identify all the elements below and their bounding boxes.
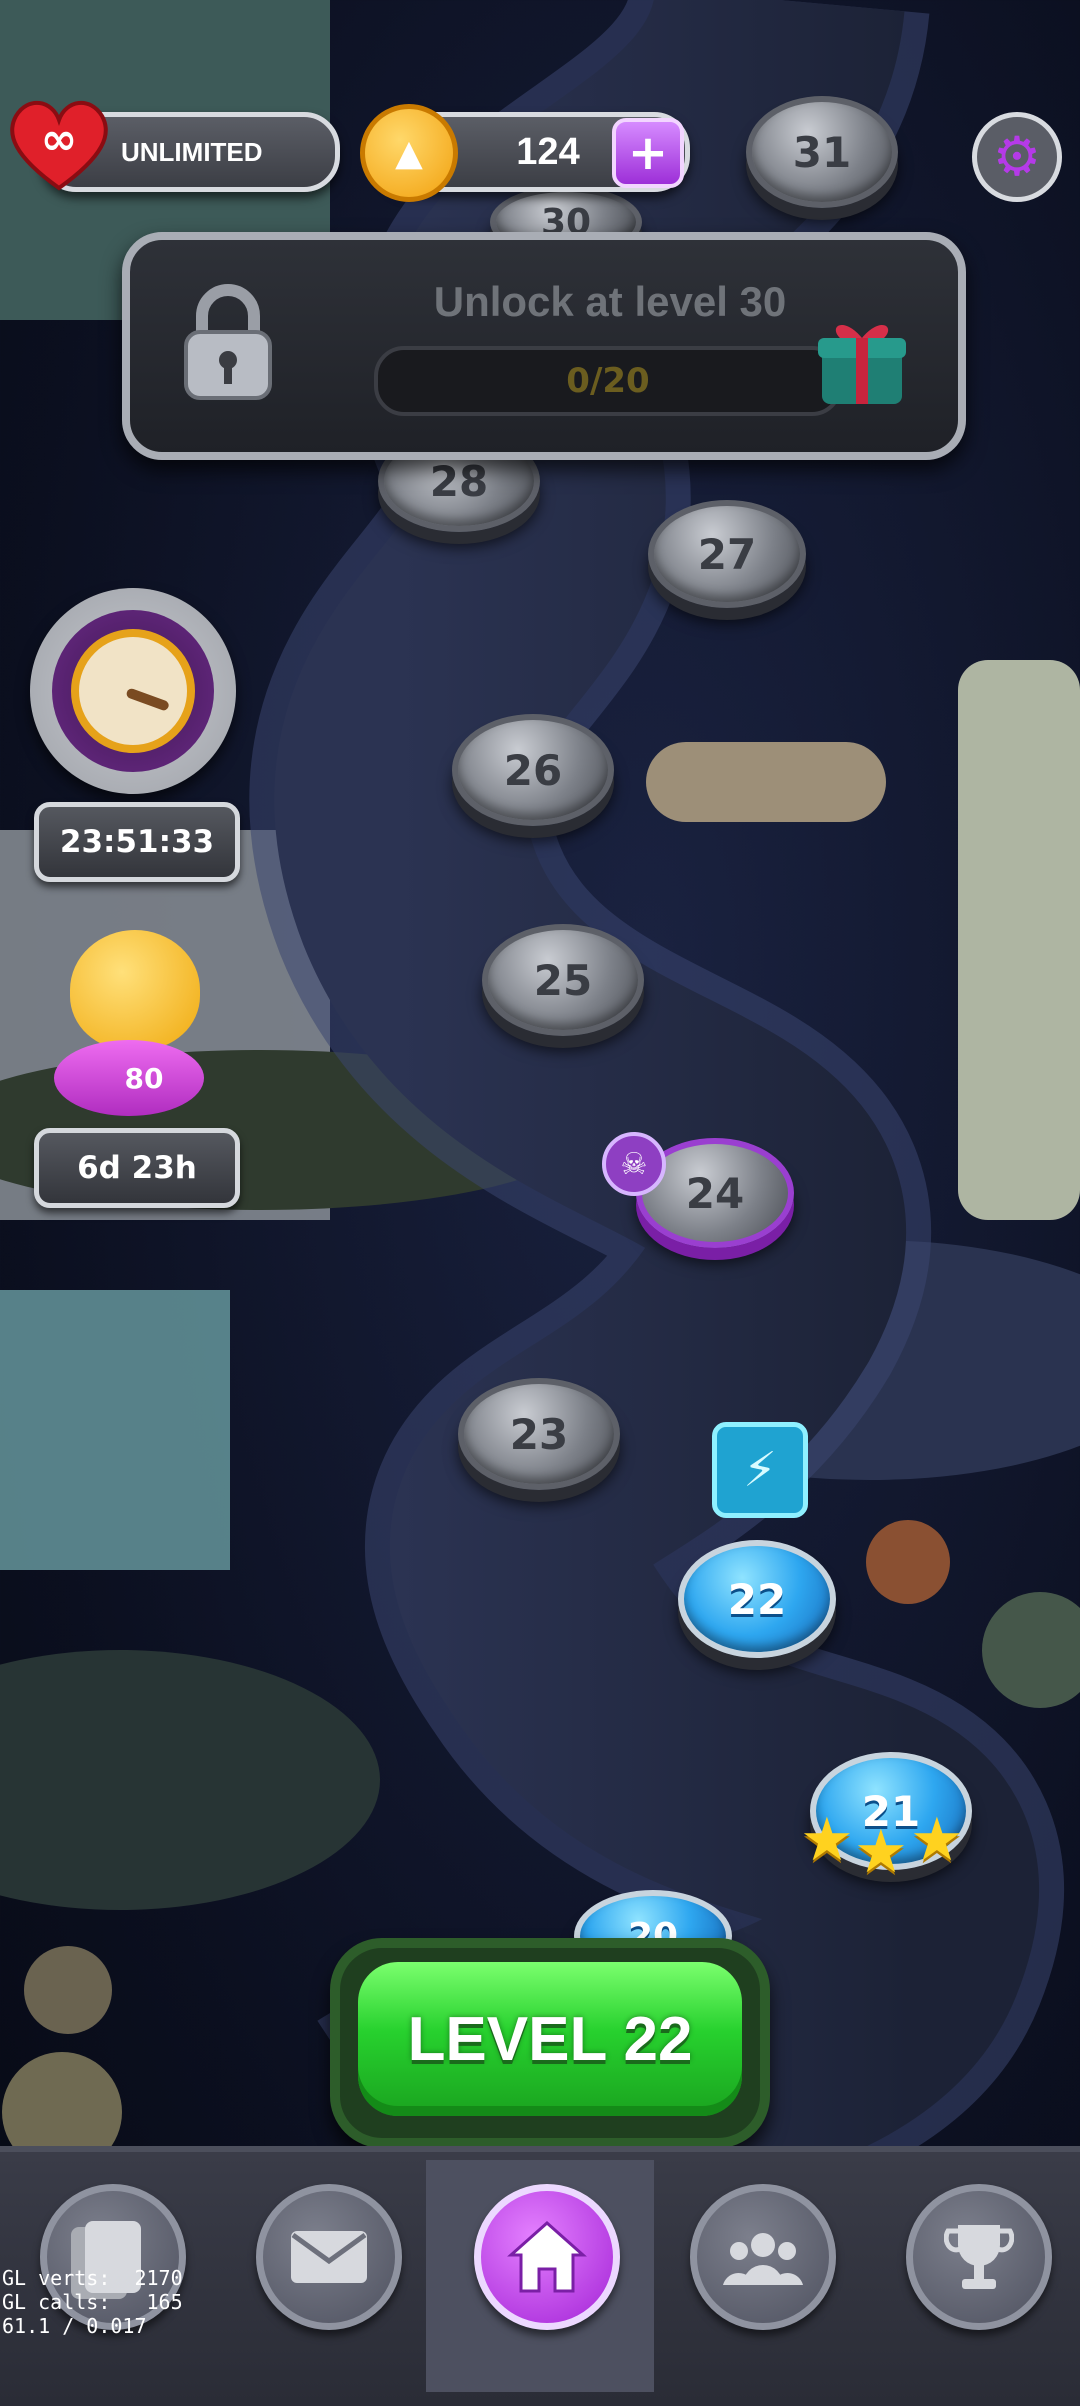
level-node-27[interactable]: 27 (648, 500, 806, 608)
level-node-25[interactable]: 25 (482, 924, 644, 1036)
piggy-timer: 6d 23h (34, 1128, 240, 1208)
lives-label: UNLIMITED (121, 136, 263, 167)
debug-line: GL calls: 165 (2, 2290, 183, 2314)
piggy-pedestal: 80 (54, 1040, 204, 1116)
coin-icon: ▲ (360, 104, 458, 202)
nav-friends-button[interactable] (690, 2184, 836, 2330)
add-coins-button[interactable]: + (612, 118, 684, 188)
debug-overlay: GL verts: 2170 GL calls: 165 61.1 / 0.017 (2, 2266, 183, 2338)
debug-line: 61.1 / 0.017 (2, 2314, 147, 2338)
gear-icon: ⚙ (992, 125, 1042, 188)
play-level-button[interactable]: LEVEL 22 (330, 1938, 770, 2148)
star-icon: ★ (910, 1805, 964, 1875)
unlock-title: Unlock at level 30 (433, 278, 787, 325)
star-icon: ★ (854, 1817, 908, 1887)
piggy-bank-button[interactable]: 80 (50, 930, 210, 1130)
play-level-label: LEVEL 22 (358, 1962, 742, 2116)
level-node-26[interactable]: 26 (452, 714, 614, 826)
piggy-coins: 80 (124, 1061, 164, 1095)
lock-icon (180, 282, 276, 402)
heart-icon: ∞ (4, 96, 114, 196)
nav-home-button[interactable] (474, 2184, 620, 2330)
unlock-progress-bar: 0/20 (374, 346, 842, 416)
home-icon (507, 2220, 587, 2293)
level-node-23[interactable]: 23 (458, 1378, 620, 1490)
unlock-panel[interactable]: Unlock at level 30 0/20 (122, 232, 966, 460)
level-node-31[interactable]: 31 (746, 96, 898, 208)
mail-icon (291, 2231, 367, 2283)
event-clock-button[interactable] (30, 588, 236, 794)
piggy-bank-icon (70, 930, 200, 1050)
settings-button[interactable]: ⚙ (972, 112, 1062, 202)
svg-text:∞: ∞ (41, 114, 78, 165)
unlock-progress-text: 0/20 (566, 361, 650, 401)
lightning-icon: ⚡ (712, 1422, 808, 1518)
level-node-22[interactable]: 22 (678, 1540, 836, 1658)
star-icon: ★ (800, 1805, 854, 1875)
friends-icon (723, 2233, 803, 2285)
gift-icon (814, 312, 910, 408)
coin-count: 124 (516, 130, 580, 173)
skull-icon: ☠ (602, 1132, 666, 1196)
plus-icon: + (627, 125, 669, 181)
debug-line: GL verts: 2170 (2, 2266, 183, 2290)
trophy-icon (944, 2225, 1014, 2289)
nav-mail-button[interactable] (256, 2184, 402, 2330)
event-timer: 23:51:33 (34, 802, 240, 882)
clock-icon (52, 610, 214, 772)
nav-trophy-button[interactable] (906, 2184, 1052, 2330)
